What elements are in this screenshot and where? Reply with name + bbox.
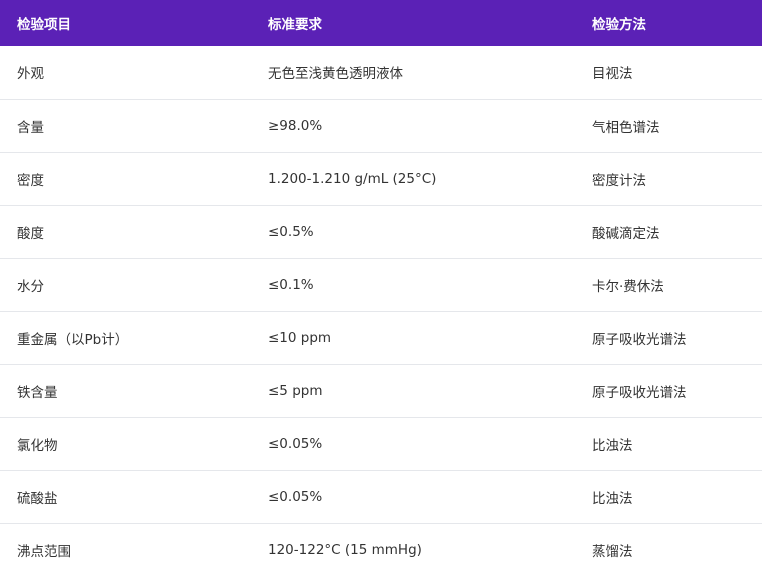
cell-item: 含量 <box>17 119 44 136</box>
cell-item: 氯化物 <box>17 437 58 454</box>
cell-standard: ≥98.0% <box>268 117 323 134</box>
table-row: 酸度 ≤0.5% 酸碱滴定法 <box>0 205 762 258</box>
cell-standard: ≤10 ppm <box>268 329 332 346</box>
cell-standard: ≤0.05% <box>268 435 323 452</box>
cell-method: 密度计法 <box>592 172 646 189</box>
table-row: 氯化物 ≤0.05% 比浊法 <box>0 417 762 470</box>
cell-standard: ≤5 ppm <box>268 382 323 399</box>
cell-standard: 120-122°C (15 mmHg) <box>268 541 422 558</box>
header-method: 检验方法 <box>592 17 646 33</box>
header-standard: 标准要求 <box>268 17 322 33</box>
cell-standard: ≤0.05% <box>268 488 323 505</box>
table-header: 检验项目 标准要求 检验方法 <box>0 0 762 46</box>
cell-method: 蒸馏法 <box>592 543 633 560</box>
cell-item: 酸度 <box>17 225 44 242</box>
cell-method: 比浊法 <box>592 437 633 454</box>
cell-item: 沸点范围 <box>17 543 71 560</box>
table-row: 重金属（以Pb计） ≤10 ppm 原子吸收光谱法 <box>0 311 762 364</box>
cell-standard: ≤0.5% <box>268 223 314 240</box>
cell-item: 水分 <box>17 278 44 295</box>
cell-item: 密度 <box>17 172 44 189</box>
cell-item: 铁含量 <box>17 384 58 401</box>
cell-standard: ≤0.1% <box>268 276 314 293</box>
table-row: 密度 1.200-1.210 g/mL (25°C) 密度计法 <box>0 152 762 205</box>
cell-item: 重金属（以Pb计） <box>17 331 129 348</box>
table-row: 外观 无色至浅黄色透明液体 目视法 <box>0 46 762 99</box>
header-row: 检验项目 标准要求 检验方法 <box>0 0 762 46</box>
cell-method: 原子吸收光谱法 <box>592 384 687 401</box>
header-item: 检验项目 <box>17 17 71 33</box>
cell-method: 卡尔·费休法 <box>592 278 664 295</box>
table-row: 含量 ≥98.0% 气相色谱法 <box>0 99 762 152</box>
cell-method: 气相色谱法 <box>592 119 660 136</box>
cell-method: 酸碱滴定法 <box>592 225 660 242</box>
table-row: 硫酸盐 ≤0.05% 比浊法 <box>0 470 762 523</box>
cell-standard: 1.200-1.210 g/mL (25°C) <box>268 170 437 187</box>
table-row: 水分 ≤0.1% 卡尔·费休法 <box>0 258 762 311</box>
table-body: 外观 无色至浅黄色透明液体 目视法 含量 ≥98.0% 气相色谱法 密度 1.2… <box>0 46 762 576</box>
table-row: 铁含量 ≤5 ppm 原子吸收光谱法 <box>0 364 762 417</box>
cell-item: 硫酸盐 <box>17 490 58 507</box>
cell-standard: 无色至浅黄色透明液体 <box>268 66 403 83</box>
cell-method: 比浊法 <box>592 490 633 507</box>
cell-item: 外观 <box>17 66 44 83</box>
table-row: 沸点范围 120-122°C (15 mmHg) 蒸馏法 <box>0 523 762 576</box>
cell-method: 原子吸收光谱法 <box>592 331 687 348</box>
cell-method: 目视法 <box>592 66 633 83</box>
inspection-table: 检验项目 标准要求 检验方法 外观 无色至浅黄色透明液体 目视法 含量 ≥98.… <box>0 0 762 576</box>
